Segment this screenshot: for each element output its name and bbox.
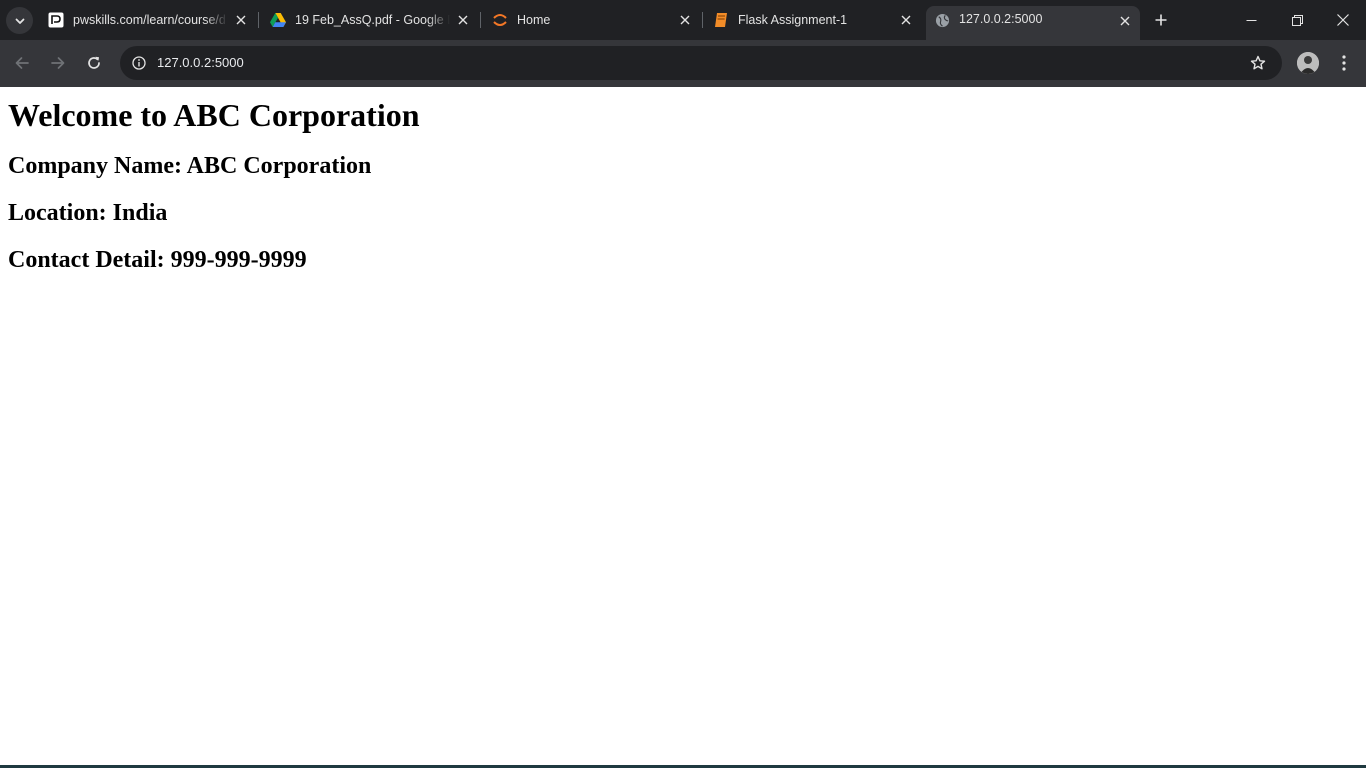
tab-title: Home [517, 13, 551, 27]
browser-menu-button[interactable] [1332, 50, 1356, 76]
jupyter-icon [492, 12, 508, 28]
tab-title: 127.0.0.2:5000 [959, 12, 1043, 26]
reload-icon [88, 56, 100, 69]
tab-separator [480, 12, 481, 28]
tab-localhost[interactable]: 127.0.0.2:5000 [926, 6, 1140, 40]
chevron-down-icon [15, 18, 24, 24]
restore-icon [1291, 14, 1303, 26]
close-tab-icon[interactable] [676, 11, 694, 29]
google-drive-icon [270, 12, 286, 28]
back-button[interactable] [7, 48, 37, 78]
address-bar[interactable]: 127.0.0.2:5000 [120, 46, 1282, 80]
minimize-button[interactable] [1228, 0, 1274, 40]
pwskills-icon [48, 12, 64, 28]
restore-button[interactable] [1274, 0, 1320, 40]
close-tab-icon[interactable] [454, 11, 472, 29]
company-name: Company Name: ABC Corporation [8, 153, 372, 179]
new-tab-button[interactable] [1148, 7, 1174, 33]
tab-home[interactable]: Home [484, 6, 700, 34]
close-window-button[interactable] [1320, 0, 1366, 40]
plus-icon [1155, 14, 1167, 26]
address-url[interactable]: 127.0.0.2:5000 [157, 55, 244, 70]
minimize-icon [1246, 19, 1256, 21]
tab-separator [258, 12, 259, 28]
tab-search-button[interactable] [6, 7, 33, 34]
forward-button[interactable] [43, 48, 73, 78]
globe-icon [934, 12, 950, 28]
close-tab-icon[interactable] [1116, 12, 1134, 30]
contact-detail: Contact Detail: 999-999-9999 [8, 247, 307, 273]
page-content: Welcome to ABC Corporation Company Name:… [0, 87, 1366, 765]
arrow-right-icon [51, 57, 65, 69]
bookmark-button[interactable] [1248, 53, 1268, 73]
tab-google-drive[interactable]: 19 Feb_AssQ.pdf - Google D [262, 6, 478, 34]
tab-strip: pwskills.com/learn/course/d 19 Feb_AssQ.… [0, 0, 1366, 40]
arrow-left-icon [15, 57, 29, 69]
browser-toolbar: 127.0.0.2:5000 [0, 40, 1366, 87]
tab-title: pwskills.com/learn/course/d [73, 13, 226, 27]
profile-icon [1297, 52, 1319, 74]
page-heading: Welcome to ABC Corporation [8, 97, 420, 133]
tab-title: Flask Assignment-1 [738, 13, 848, 27]
tab-title: 19 Feb_AssQ.pdf - Google D [295, 13, 450, 27]
reload-button[interactable] [79, 48, 109, 78]
location: Location: India [8, 200, 168, 226]
notebook-icon [713, 12, 729, 28]
tab-flask-assignment[interactable]: Flask Assignment-1 [705, 6, 921, 34]
profile-avatar[interactable] [1297, 52, 1319, 74]
info-icon [132, 56, 146, 70]
close-tab-icon[interactable] [897, 11, 915, 29]
more-vert-icon [1342, 55, 1346, 71]
tab-pwskills[interactable]: pwskills.com/learn/course/d [40, 6, 256, 34]
close-icon [1337, 14, 1349, 26]
site-info-button[interactable] [126, 50, 152, 76]
close-tab-icon[interactable] [232, 11, 250, 29]
tab-separator [702, 12, 703, 28]
star-icon [1250, 55, 1266, 70]
